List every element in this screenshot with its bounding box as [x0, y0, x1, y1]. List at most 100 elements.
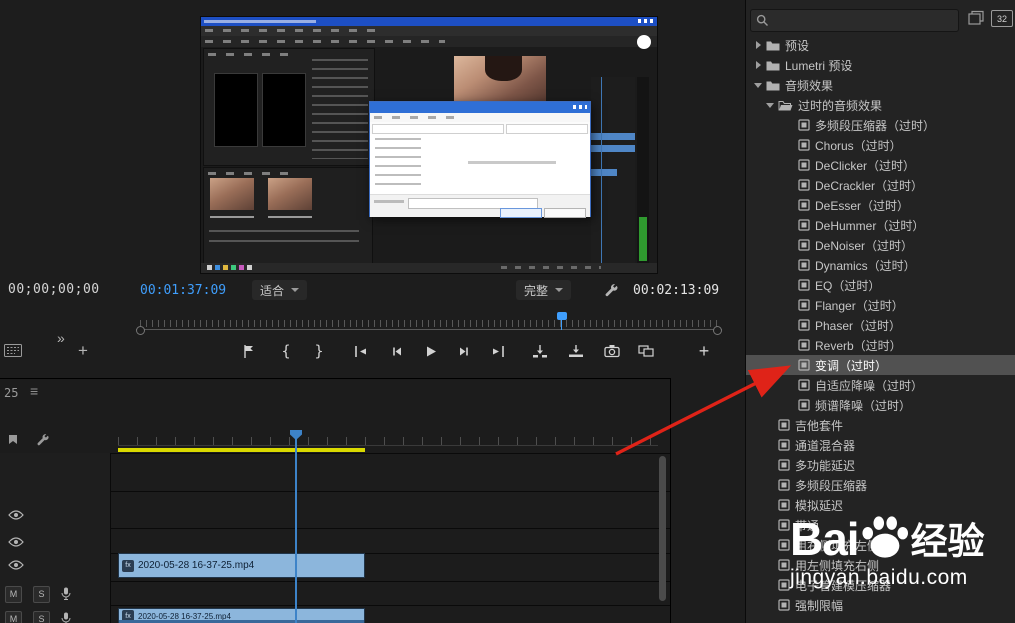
effects-search-input[interactable] [773, 10, 957, 31]
chevron-icon[interactable] [765, 440, 778, 450]
mic-icon[interactable] [61, 587, 71, 601]
chevron-icon[interactable] [785, 320, 798, 330]
add-panel-button[interactable]: + [78, 341, 88, 361]
track-v3-eye-icon[interactable] [8, 510, 24, 520]
chevron-icon[interactable] [785, 200, 798, 210]
work-area-bar[interactable] [118, 448, 365, 452]
chevron-icon[interactable] [785, 260, 798, 270]
mark-in-button[interactable]: { [276, 340, 296, 362]
solo-button[interactable]: S [33, 611, 50, 623]
chevron-icon[interactable] [765, 460, 778, 470]
export-frame-button[interactable] [602, 340, 622, 362]
effect-tree-item[interactable]: DeNoiser（过时） [746, 235, 1015, 255]
scrollbar-thumb[interactable] [659, 456, 666, 601]
pad-icon[interactable] [4, 344, 22, 357]
go-to-in-button[interactable] [350, 340, 370, 362]
chevron-icon[interactable] [765, 420, 778, 430]
effect-tree-item[interactable]: Phaser（过时） [746, 315, 1015, 335]
mute-button[interactable]: M [5, 611, 22, 623]
chevron-icon[interactable] [753, 40, 766, 50]
effect-tree-item[interactable]: DeClicker（过时） [746, 155, 1015, 175]
chevron-icon[interactable] [765, 540, 778, 550]
effect-tree-item[interactable]: 变调（过时） [746, 355, 1015, 375]
mark-out-button[interactable]: } [309, 340, 329, 362]
timeline-marker-icon[interactable] [7, 434, 19, 447]
comparison-view-button[interactable] [636, 340, 656, 362]
effect-tree-item[interactable]: DeHummer（过时） [746, 215, 1015, 235]
effect-tree-item[interactable]: EQ（过时） [746, 275, 1015, 295]
playback-resolution-dropdown[interactable]: 完整 [516, 280, 571, 300]
scrubber-start-handle[interactable] [136, 326, 145, 335]
effect-tree-item[interactable]: 多功能延迟 [746, 455, 1015, 475]
effect-tree-item[interactable]: 多频段压缩器（过时） [746, 115, 1015, 135]
chevron-icon[interactable] [785, 220, 798, 230]
step-forward-button[interactable] [454, 340, 474, 362]
more-panels-icon[interactable]: » [57, 330, 65, 346]
effects-search-box[interactable] [750, 9, 959, 32]
chevron-icon[interactable] [765, 520, 778, 530]
effect-tree-item[interactable]: 过时的音频效果 [746, 95, 1015, 115]
hamburger-menu-icon[interactable]: ≡ [30, 383, 38, 399]
effect-tree-item[interactable]: Dynamics（过时） [746, 255, 1015, 275]
step-back-button[interactable] [386, 340, 406, 362]
chevron-icon[interactable] [785, 340, 798, 350]
zoom-fit-dropdown[interactable]: 适合 [252, 280, 307, 300]
chevron-icon[interactable] [765, 580, 778, 590]
add-marker-button[interactable] [238, 340, 258, 362]
effect-tree-item[interactable]: 自适应降噪（过时） [746, 375, 1015, 395]
solo-button[interactable]: S [33, 586, 50, 603]
effect-tree-item[interactable]: 强制限幅 [746, 595, 1015, 615]
chevron-icon[interactable] [785, 160, 798, 170]
go-to-out-button[interactable] [488, 340, 508, 362]
effect-tree-item[interactable]: DeCrackler（过时） [746, 175, 1015, 195]
chevron-icon[interactable] [785, 240, 798, 250]
effect-tree-item[interactable]: 音频效果 [746, 75, 1015, 95]
effect-tree-item[interactable]: Chorus（过时） [746, 135, 1015, 155]
chevron-icon[interactable] [785, 360, 798, 370]
chevron-icon[interactable] [785, 140, 798, 150]
effect-tree-item[interactable]: Flanger（过时） [746, 295, 1015, 315]
button-editor-add-button[interactable]: + [694, 340, 714, 362]
effect-tree-item[interactable]: 多频段压缩器 [746, 475, 1015, 495]
timeline-ruler[interactable] [0, 379, 540, 405]
effect-tree-item[interactable]: 预设 [746, 35, 1015, 55]
effect-tree-item[interactable]: Reverb（过时） [746, 335, 1015, 355]
timeline-settings-wrench-icon[interactable] [36, 433, 50, 447]
settings-wrench-icon[interactable] [604, 283, 619, 298]
chevron-icon[interactable] [785, 380, 798, 390]
overwrite-button[interactable] [566, 340, 586, 362]
chevron-icon[interactable] [765, 560, 778, 570]
chevron-icon[interactable] [765, 100, 778, 110]
chevron-icon[interactable] [785, 400, 798, 410]
effect-tree-item[interactable]: 用右侧填充左侧 [746, 535, 1015, 555]
effect-tree-item[interactable]: 模拟延迟 [746, 495, 1015, 515]
program-scrubber[interactable] [136, 312, 722, 336]
play-button[interactable] [420, 340, 440, 362]
effect-tree-item[interactable]: DeEsser（过时） [746, 195, 1015, 215]
chevron-icon[interactable] [753, 60, 766, 70]
chevron-icon[interactable] [765, 600, 778, 610]
chevron-icon[interactable] [785, 280, 798, 290]
scrubber-end-handle[interactable] [713, 326, 722, 335]
insert-button[interactable] [530, 340, 550, 362]
mute-button[interactable]: M [5, 586, 22, 603]
track-v1-eye-icon[interactable] [8, 560, 24, 570]
effect-tree-item[interactable]: 频谱降噪（过时） [746, 395, 1015, 415]
effect-tree-item[interactable]: Lumetri 预设 [746, 55, 1015, 75]
effect-tree-item[interactable]: 用左侧填充右侧 [746, 555, 1015, 575]
chevron-icon[interactable] [753, 80, 766, 90]
chevron-icon[interactable] [785, 180, 798, 190]
bit-depth-32-badge[interactable]: 32 [991, 10, 1013, 27]
effect-tree-item[interactable]: 吉他套件 [746, 415, 1015, 435]
chevron-icon[interactable] [785, 300, 798, 310]
scrubber-playhead[interactable] [557, 312, 567, 320]
video-clip[interactable]: fx 2020-05-28 16-37-25.mp4 [118, 553, 365, 578]
effect-tree-item[interactable]: 带通 [746, 515, 1015, 535]
new-custom-bin-icon[interactable] [968, 10, 984, 25]
effect-tree-item[interactable]: 通道混合器 [746, 435, 1015, 455]
effect-tree-item[interactable]: 电子管建模压缩器 [746, 575, 1015, 595]
chevron-icon[interactable] [765, 480, 778, 490]
track-v2-eye-icon[interactable] [8, 537, 24, 547]
chevron-icon[interactable] [765, 500, 778, 510]
mic-icon[interactable] [61, 612, 71, 623]
